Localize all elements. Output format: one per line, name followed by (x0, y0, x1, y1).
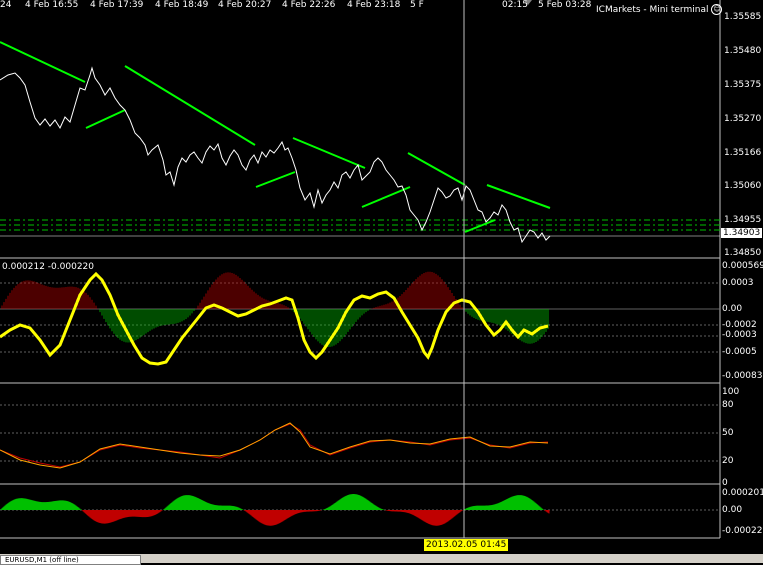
price-axis-label: 1.35270 (724, 114, 762, 124)
mini-terminal-label[interactable]: ICMarkets - Mini terminal ☺ (596, 4, 723, 15)
price-axis-label: 1.35166 (724, 148, 762, 158)
ao-histogram (0, 494, 550, 526)
macd-header: 0.000212 -0.000220 (2, 262, 94, 272)
oscillator-axis-label: 0 (722, 478, 728, 488)
price-axis-label: 1.35480 (724, 46, 762, 56)
time-axis-label: 4 Feb 17:39 (90, 0, 144, 10)
smiley-icon: ☺ (711, 4, 723, 15)
time-axis-label: 4 Feb 16:55 (25, 0, 79, 10)
macd-axis-label: -0.0003 (722, 330, 757, 340)
macd-axis-label: 0.0003 (722, 278, 754, 288)
time-axis-label: 5 Feb 03:28 (538, 0, 592, 10)
macd-axis-label: 0.000569 (722, 261, 763, 271)
support-levels (0, 219, 720, 237)
time-axis-label: 5 F (410, 0, 424, 10)
oscillator-levels (0, 404, 720, 462)
oscillator-axis-label: 100 (722, 387, 740, 397)
macd-axis-label: 0.00 (722, 304, 743, 314)
time-axis-label: 4 Feb 20:27 (218, 0, 272, 10)
price-axis-label: 1.35585 (724, 12, 762, 22)
ao-axis-label: 0.000201 (722, 488, 763, 498)
macd-axis-label: -0.0002 (722, 320, 757, 330)
crosshair-time-label: 2013.02.05 01:45 (424, 539, 509, 551)
price-axis-label: 1.35060 (724, 181, 762, 191)
oscillator-axis-label: 20 (722, 456, 734, 466)
time-axis-label: 4 Feb 18:49 (155, 0, 209, 10)
time-axis-label: 4 Feb 22:26 (282, 0, 336, 10)
chart-canvas[interactable] (0, 0, 763, 563)
macd-axis-label: -0.0005 (722, 347, 757, 357)
price-line (0, 66, 551, 244)
time-axis-label: 02:15 (502, 0, 528, 10)
macd-signal-line (0, 271, 549, 366)
ao-axis-label: -0.000222 (722, 526, 763, 536)
time-axis-label: 4 Feb 23:18 (347, 0, 401, 10)
trend-lines (0, 41, 551, 233)
chart-tab[interactable]: EURUSD,M1 (off line) (0, 555, 141, 565)
oscillator-axis-label: 50 (722, 428, 734, 438)
price-axis-label: 1.34955 (724, 215, 762, 225)
oscillator-axis-label: 80 (722, 400, 734, 410)
price-axis-label: 1.35375 (724, 80, 762, 90)
current-price-tag: 1.34903 (721, 228, 763, 238)
price-axis-label: 1.34850 (724, 248, 762, 258)
macd-axis-label: -0.00083 (722, 371, 763, 381)
time-axis-label: 24 (0, 0, 12, 10)
ao-axis-label: 0.00 (722, 505, 743, 515)
